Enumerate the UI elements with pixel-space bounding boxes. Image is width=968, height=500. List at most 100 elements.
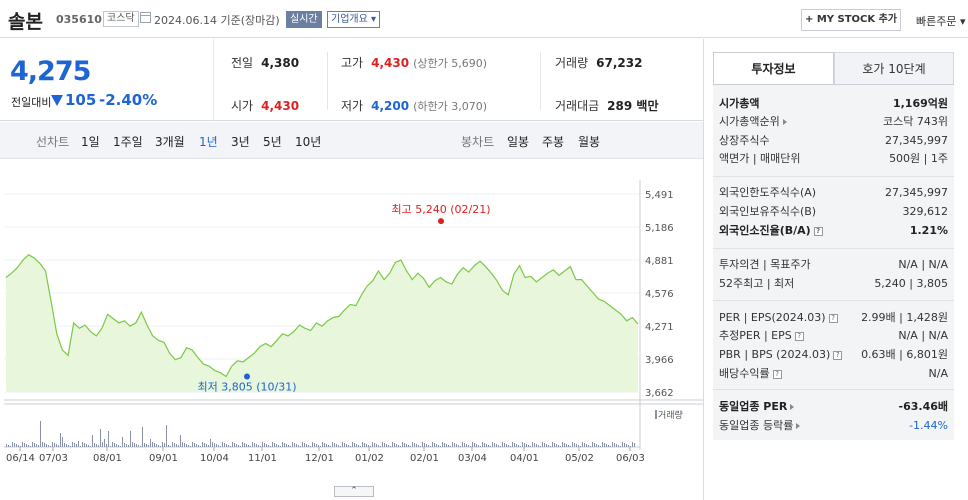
volume-bar — [104, 439, 105, 447]
info-value: 500원 | 1주 — [889, 152, 948, 165]
max-annotation: 최고 5,240 (02/21) — [391, 203, 490, 216]
volume-bar — [578, 445, 579, 447]
volume-bar — [518, 445, 519, 447]
quick-order-button[interactable]: 빠른주문 ▾ — [916, 13, 966, 29]
chevron-right-icon[interactable] — [790, 404, 795, 410]
volume-bar — [464, 443, 465, 447]
x-tick-label: 12/01 — [305, 453, 334, 464]
volume-bar — [352, 442, 353, 447]
volume-bar — [492, 442, 493, 447]
volume-bar — [396, 444, 397, 447]
volume-bar — [40, 421, 41, 447]
volume-bar — [122, 437, 123, 447]
volume-bar — [456, 444, 457, 447]
volume-bar — [112, 442, 113, 447]
volume-bar — [278, 445, 279, 447]
volume-bar — [378, 445, 379, 447]
chart-resize-handle[interactable]: ⌃ — [334, 486, 374, 497]
volume-bar — [166, 425, 167, 447]
volume-bar — [240, 446, 241, 447]
tab-1y[interactable]: 1년 — [199, 133, 218, 150]
volume-bar — [284, 443, 285, 447]
tab-10y[interactable]: 10년 — [295, 133, 321, 150]
info-key: 외국인보유주식수(B) — [719, 205, 817, 218]
tab-3y[interactable]: 3년 — [231, 133, 250, 150]
help-icon[interactable]: ? — [813, 226, 823, 236]
volume-bar — [356, 444, 357, 447]
help-icon[interactable]: ? — [828, 313, 838, 323]
volume-bar — [106, 444, 107, 447]
help-icon[interactable]: ? — [772, 369, 782, 379]
volume-bar — [564, 443, 565, 447]
info-value: -63.46배 — [898, 400, 948, 413]
chevron-right-icon[interactable] — [782, 119, 787, 125]
info-key: PER | EPS(2024.03)? — [719, 310, 838, 326]
divider — [540, 52, 541, 110]
volume-bar — [376, 444, 377, 447]
volume-bar — [322, 442, 323, 447]
help-icon[interactable]: ? — [794, 331, 804, 341]
tab-5y[interactable]: 5년 — [263, 133, 282, 150]
tab-1w[interactable]: 1주일 — [113, 133, 143, 150]
volume-bar — [626, 444, 627, 447]
info-row: 52주최고 | 최저 5,240 | 3,805 — [719, 276, 948, 292]
volume-bar — [370, 446, 371, 447]
chevron-right-icon[interactable] — [796, 423, 801, 429]
volume-bar — [200, 446, 201, 447]
volume-bar — [392, 442, 393, 447]
volume-bar — [602, 442, 603, 447]
y-tick-label: 3,662 — [645, 388, 674, 399]
volume-bar — [140, 446, 141, 447]
tab-weekly[interactable]: 주봉 — [542, 133, 564, 150]
tab-invest-info[interactable]: 투자정보 — [713, 52, 834, 85]
volume-bar — [246, 444, 247, 447]
volume-bar — [332, 442, 333, 447]
info-value: 2.99배 | 1,428원 — [861, 311, 948, 324]
volume-bar — [196, 444, 197, 447]
volume-bar — [312, 442, 313, 447]
volume-bar — [620, 446, 621, 447]
market-badge: 코스닥 — [103, 11, 139, 27]
add-mystock-button[interactable]: + MY STOCK 추가 — [801, 9, 901, 31]
volume-legend: 거래량 — [658, 409, 683, 421]
volume-bar — [92, 435, 93, 447]
volume-bar — [582, 442, 583, 447]
company-overview-button[interactable]: 기업개요 ▾ — [327, 11, 381, 28]
volume-bar — [318, 445, 319, 447]
volume-bar — [368, 445, 369, 447]
volume-bar — [488, 445, 489, 447]
volume-bar — [24, 443, 25, 447]
volume-bar — [580, 446, 581, 447]
tab-3m[interactable]: 3개월 — [155, 133, 185, 150]
volume-bar — [306, 444, 307, 447]
tab-daily[interactable]: 일봉 — [507, 133, 529, 150]
help-icon[interactable]: ? — [833, 350, 843, 360]
volume-bar — [316, 444, 317, 447]
realtime-button[interactable]: 실시간 — [286, 11, 322, 28]
volume-bar — [400, 446, 401, 447]
volume-bar — [314, 443, 315, 447]
tab-1d[interactable]: 1일 — [81, 133, 100, 150]
price-chart[interactable]: 5,491 5,186 4,881 4,576 4,271 3,966 3,662 06/1… — [0, 160, 703, 484]
volume-bar — [604, 443, 605, 447]
info-key: PBR | BPS (2024.03)? — [719, 347, 843, 363]
volume-bar — [476, 444, 477, 447]
volume-bar — [156, 444, 157, 447]
volume-bar — [560, 446, 561, 447]
volume-bar — [466, 444, 467, 447]
volume-bar — [110, 446, 111, 447]
volume-bar — [330, 446, 331, 447]
tab-monthly[interactable]: 월봉 — [578, 133, 600, 150]
tab-orderbook[interactable]: 호가 10단계 — [834, 52, 954, 85]
volume-bar — [26, 444, 27, 447]
volume-bar — [268, 445, 269, 447]
volume-bar — [478, 445, 479, 447]
volume-bar — [358, 445, 359, 447]
volume-bar — [534, 443, 535, 447]
volume-bar — [42, 442, 43, 447]
current-price: 4,275 — [10, 56, 91, 87]
volume-bar — [326, 444, 327, 447]
volume-bar — [408, 445, 409, 447]
volume-bar — [194, 443, 195, 447]
x-tick-label: 10/04 — [200, 453, 229, 464]
